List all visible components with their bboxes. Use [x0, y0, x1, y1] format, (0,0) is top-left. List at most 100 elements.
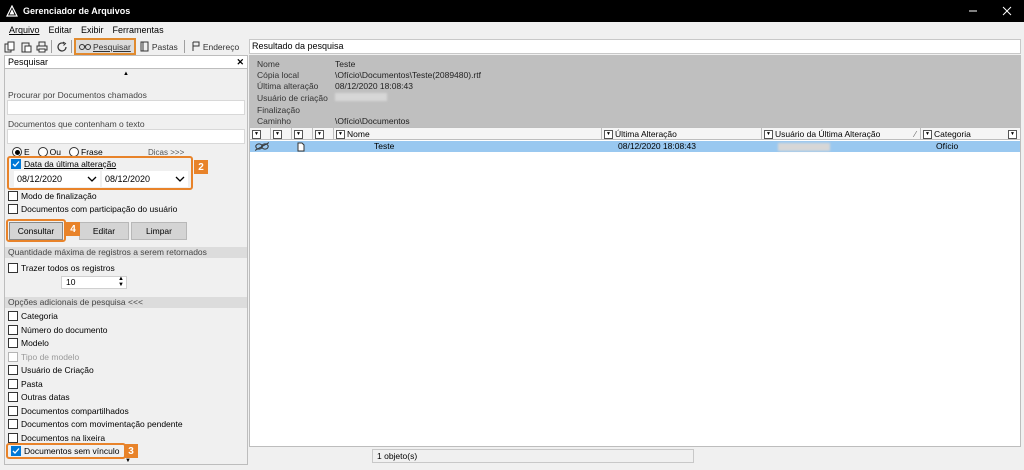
additional-options-section[interactable]: Opções adicionais de pesquisa <<< — [5, 297, 247, 308]
finalization-checkbox[interactable] — [8, 191, 18, 201]
address-toolbar-button[interactable]: Endereço — [188, 39, 242, 54]
detail-local-copy: Cópia local \Ofício\Documentos\Teste(208… — [257, 70, 481, 80]
toolbar-separator — [71, 40, 72, 53]
option-checkbox[interactable] — [8, 324, 18, 335]
option-row: Tipo de modelo — [8, 351, 79, 362]
filter-dropdown-icon[interactable]: ▼ — [764, 129, 773, 139]
col-filter-3[interactable]: ▼ — [292, 128, 313, 140]
option-row: Documentos compartilhados — [8, 405, 129, 416]
user-participation-label: Documentos com participação do usuário — [21, 204, 178, 214]
option-checkbox[interactable] — [8, 405, 18, 416]
filter-dropdown-icon[interactable]: ▼ — [273, 129, 282, 139]
option-checkbox — [8, 351, 18, 362]
option-checkbox[interactable] — [8, 338, 18, 348]
app-logo-icon — [5, 4, 19, 18]
option-checkbox[interactable] — [8, 378, 18, 389]
bring-all-row: Trazer todos os registros — [8, 263, 115, 273]
table-row[interactable]: Teste 08/12/2020 18:08:43 Ofício — [250, 141, 1020, 152]
option-label: Documentos com movimentação pendente — [21, 419, 183, 429]
folders-toolbar-button[interactable]: Pastas — [137, 39, 181, 54]
close-panel-icon[interactable]: ✕ — [236, 57, 244, 68]
filter-dropdown-icon[interactable]: ▼ — [604, 129, 613, 139]
option-checkbox[interactable] — [8, 392, 18, 402]
option-row: Usuário de Criação — [8, 365, 94, 375]
user-participation-row: Documentos com participação do usuário — [8, 204, 177, 214]
filter-dropdown-icon[interactable]: ▼ — [923, 129, 932, 139]
row-category: Ofício — [936, 141, 959, 151]
option-label: Modelo — [21, 338, 49, 348]
filter-dropdown-icon[interactable]: ▼ — [252, 129, 261, 139]
refresh-icon[interactable] — [55, 40, 68, 53]
detail-created-by-label: Usuário de criação — [257, 93, 328, 103]
col-header-name[interactable]: ▼ Nome — [334, 128, 602, 140]
link-status-icon — [254, 142, 270, 154]
detail-finalization: Finalização — [257, 105, 335, 115]
search-toolbar-button[interactable]: Pesquisar — [74, 38, 136, 55]
col-filter-4[interactable]: ▼ — [313, 128, 334, 140]
toolbar-separator — [183, 40, 185, 53]
col-header-category[interactable]: ▼ Categoria ▼ — [921, 128, 1020, 140]
option-checkbox[interactable] — [8, 365, 18, 375]
copy-document-icon[interactable] — [3, 40, 16, 53]
filter-dropdown-icon[interactable]: ▼ — [294, 129, 303, 139]
option-label: Usuário de Criação — [21, 365, 94, 375]
date-from-select[interactable]: 08/12/2020 — [14, 171, 100, 187]
clear-button[interactable]: Limpar — [131, 222, 187, 240]
filter-dropdown-icon[interactable]: ▼ — [315, 129, 324, 139]
paste-document-icon[interactable] — [19, 40, 32, 53]
menu-editar[interactable]: Editar — [45, 24, 77, 37]
menu-ferramentas[interactable]: Ferramentas — [109, 24, 168, 37]
menu-exibir[interactable]: Exibir — [77, 24, 108, 37]
bring-all-checkbox[interactable] — [8, 263, 18, 273]
status-bar: 1 objeto(s) — [249, 447, 1021, 465]
close-button[interactable] — [990, 0, 1024, 22]
max-records-spinner[interactable]: 10 ▲ ▼ — [61, 276, 127, 289]
filter-dropdown-icon[interactable]: ▼ — [1008, 129, 1017, 139]
search-panel-title: Pesquisar — [8, 57, 49, 67]
last-change-checkbox[interactable] — [11, 159, 21, 169]
option-checkbox[interactable] — [8, 419, 18, 429]
col-header-last-change-label: Última Alteração — [615, 129, 677, 139]
date-from-value: 08/12/2020 — [17, 174, 63, 184]
date-to-select[interactable]: 08/12/2020 — [102, 171, 188, 187]
docs-text-label: Documentos que contenham o texto — [8, 119, 145, 129]
option-label: Pasta — [21, 378, 43, 389]
docs-named-input[interactable] — [7, 100, 245, 115]
docs-text-input[interactable] — [7, 129, 245, 144]
redacted-user — [778, 143, 830, 151]
row-name: Teste — [374, 141, 395, 151]
folders-toolbar-label: Pastas — [151, 41, 178, 52]
option-row: Documentos com movimentação pendente — [8, 419, 183, 429]
option-checkbox[interactable] — [8, 432, 18, 443]
address-input[interactable]: Resultado da pesquisa — [249, 39, 1021, 54]
sort-indicator-icon: ⁄ — [914, 129, 916, 139]
edit-button[interactable]: Editar — [79, 222, 129, 240]
col-filter-2[interactable]: ▼ — [271, 128, 292, 140]
consult-button[interactable]: Consultar — [9, 222, 63, 240]
option-checkbox[interactable] — [8, 311, 18, 321]
print-icon[interactable] — [35, 40, 48, 53]
scroll-down-arrow-icon[interactable]: ▼ — [125, 458, 131, 464]
detail-path-value: \Ofício\Documentos — [335, 116, 410, 126]
details-area: Nome Teste Cópia local \Ofício\Documento… — [249, 55, 1021, 127]
spinner-arrows-icon[interactable]: ▲ ▼ — [118, 276, 124, 288]
option-row: Outras datas — [8, 392, 70, 402]
col-header-last-change[interactable]: ▼ Última Alteração — [602, 128, 762, 140]
chevron-down-icon — [175, 176, 185, 182]
menu-arquivo[interactable]: Arquivo — [5, 24, 44, 37]
filter-dropdown-icon[interactable]: ▼ — [336, 129, 345, 139]
col-filter-1[interactable]: ▼ — [250, 128, 271, 140]
col-header-last-user[interactable]: ▼ Usuário da Última Alteração ⁄ — [762, 128, 921, 140]
annotation-badge-2: 2 — [194, 160, 208, 174]
option-label: Categoria — [21, 311, 58, 321]
option-label: Documentos compartilhados — [21, 405, 129, 416]
finalization-row: Modo de finalização — [8, 191, 97, 201]
minimize-button[interactable] — [956, 0, 990, 22]
option-row: Documentos na lixeira — [8, 432, 106, 443]
user-participation-checkbox[interactable] — [8, 204, 18, 214]
option-label: Documentos na lixeira — [21, 432, 106, 443]
chevron-down-icon — [87, 176, 97, 182]
option-label: Número do documento — [21, 324, 108, 335]
annotation-badge-3: 3 — [124, 444, 138, 458]
collapse-arrow-icon[interactable]: ▲ — [5, 69, 247, 78]
